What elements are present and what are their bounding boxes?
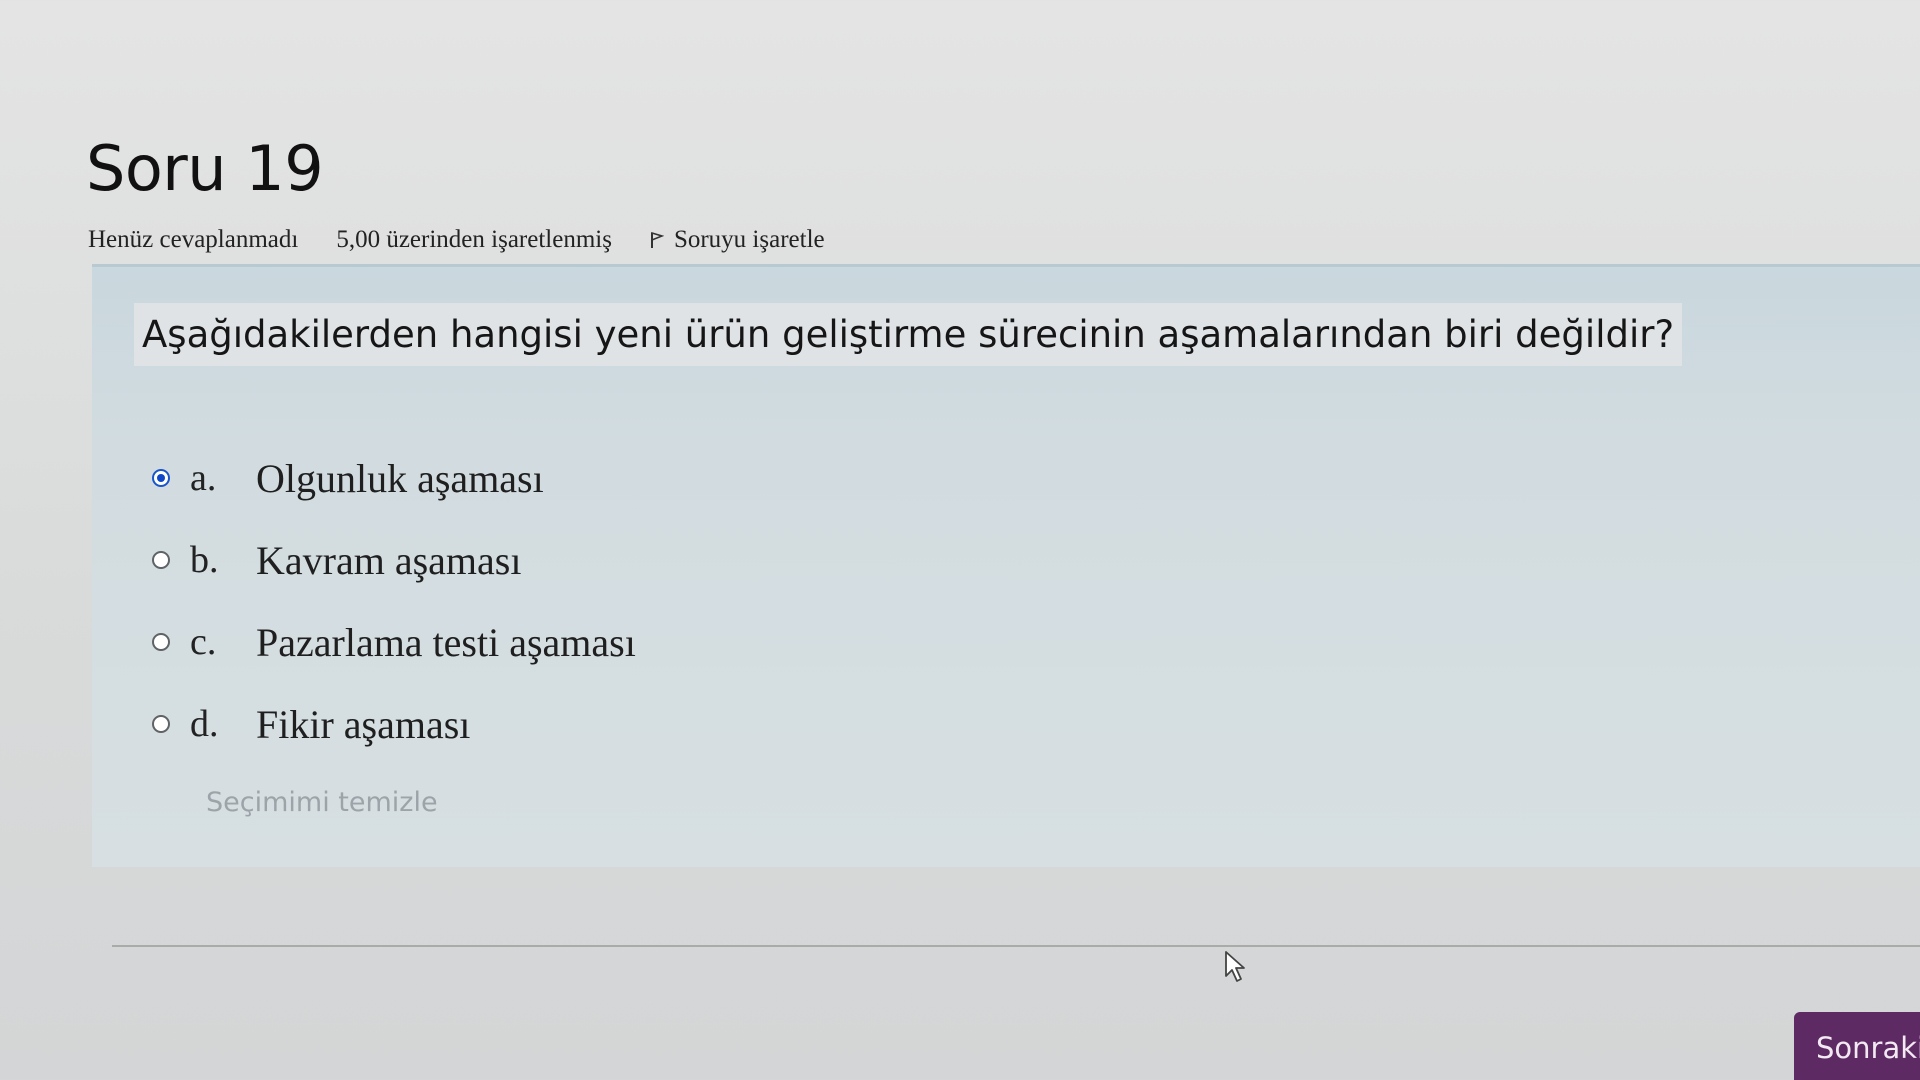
next-button[interactable]: Sonraki [1794, 1012, 1920, 1080]
mouse-pointer-icon [1225, 951, 1245, 982]
flag-question-link[interactable]: Soruyu işaretle [650, 226, 825, 254]
answer-option-b[interactable]: b. Kavram aşaması [152, 519, 636, 601]
flag-question-label: Soruyu işaretle [673, 226, 825, 253]
quiz-page: Soru 19 Henüz cevaplanmadı 5,00 üzerinde… [0, 0, 1920, 1080]
question-status: Henüz cevaplanmadı [88, 226, 299, 253]
radio-button-b[interactable] [152, 551, 170, 569]
answer-letter: b. [190, 539, 219, 581]
clear-choice-link[interactable]: Seçimimi temizle [206, 787, 438, 818]
answer-option-d[interactable]: d. Fikir aşaması [152, 683, 636, 765]
answer-text: Pazarlama testi aşaması [256, 619, 636, 665]
answer-option-c[interactable]: c. Pazarlama testi aşaması [152, 601, 636, 683]
answer-list: a. Olgunluk aşaması b. Kavram aşaması c.… [152, 437, 636, 765]
divider [112, 945, 1920, 947]
answer-text: Olgunluk aşaması [256, 455, 544, 501]
question-content-box: Aşağıdakilerden hangisi yeni ürün gelişt… [92, 264, 1920, 867]
answer-letter: d. [190, 703, 219, 745]
question-title: Soru 19 [86, 132, 324, 205]
question-text: Aşağıdakilerden hangisi yeni ürün gelişt… [134, 303, 1683, 366]
radio-button-d[interactable] [152, 715, 170, 733]
question-grade: 5,00 üzerinden işaretlenmiş [336, 226, 612, 253]
radio-button-a[interactable] [152, 469, 170, 487]
answer-option-a[interactable]: a. Olgunluk aşaması [152, 437, 636, 519]
question-info: Henüz cevaplanmadı 5,00 üzerinden işaret… [88, 226, 825, 254]
answer-text: Kavram aşaması [256, 537, 522, 583]
flag-icon [650, 231, 664, 248]
radio-button-c[interactable] [152, 633, 170, 651]
answer-letter: c. [190, 621, 217, 663]
answer-text: Fikir aşaması [256, 701, 471, 747]
answer-letter: a. [190, 457, 217, 499]
